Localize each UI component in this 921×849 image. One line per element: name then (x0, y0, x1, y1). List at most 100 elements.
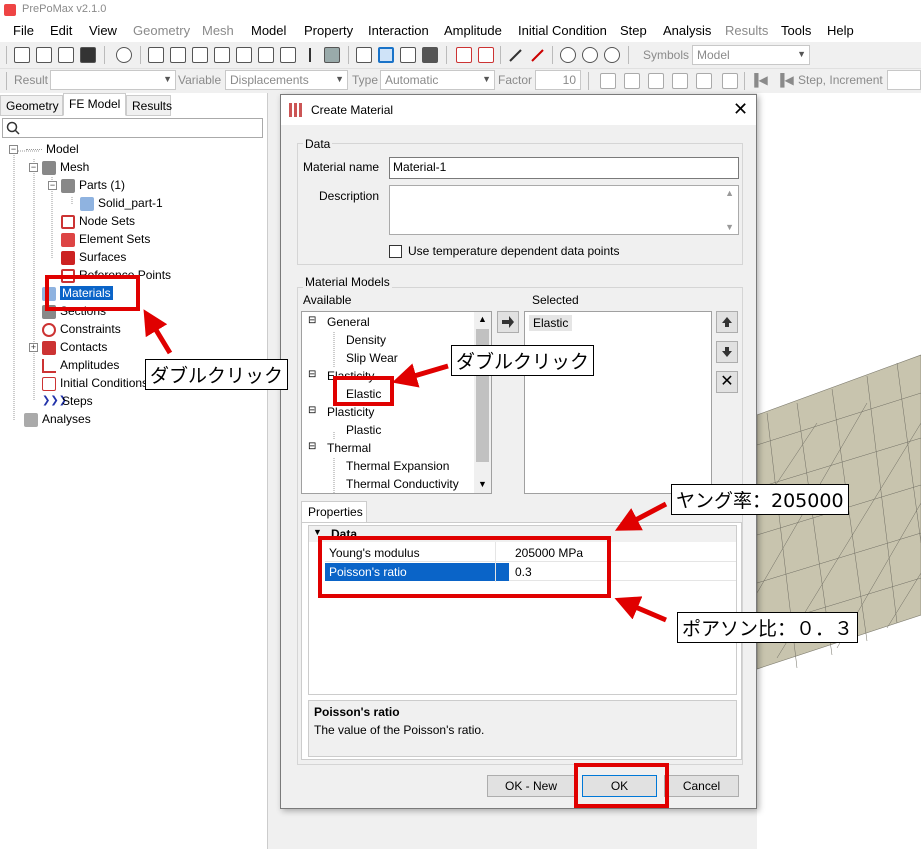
mesh-collapse-toggle[interactable]: − (29, 163, 38, 172)
plasticity-collapse-toggle[interactable]: ⊟ (308, 405, 316, 416)
hide-icon[interactable] (582, 47, 598, 63)
thermal-collapse-toggle[interactable]: ⊟ (308, 441, 316, 452)
menu-amplitude[interactable]: Amplitude (444, 23, 502, 38)
legend-icon[interactable] (696, 73, 712, 89)
menu-edit[interactable]: Edit (50, 23, 72, 38)
deformed-icon[interactable] (624, 73, 640, 89)
tree-node-surfaces[interactable]: Surfaces (61, 250, 126, 268)
view-right-icon[interactable] (258, 47, 274, 63)
import-icon[interactable] (58, 47, 74, 63)
parts-collapse-toggle[interactable]: − (48, 181, 57, 190)
general-collapse-toggle[interactable]: ⊟ (308, 315, 316, 326)
tree-node-parts[interactable]: Parts (1) (61, 178, 125, 196)
avail-thermal-expansion[interactable]: Thermal Expansion (346, 459, 449, 473)
scroll-down-icon[interactable]: ▼ (725, 222, 734, 232)
result-combo[interactable]: ▼ (50, 70, 176, 90)
available-models-tree[interactable]: ⊟ General Density Slip Wear ⊟ Elasticity… (301, 311, 492, 494)
move-up-button[interactable] (716, 311, 738, 333)
animate-icon[interactable] (722, 73, 738, 89)
avail-plastic[interactable]: Plastic (346, 423, 381, 437)
menu-results[interactable]: Results (725, 23, 768, 38)
tree-node-initial-conditions[interactable]: Initial Conditions (42, 376, 148, 394)
tree-node-contacts[interactable]: Contacts (42, 340, 107, 358)
first-step-icon[interactable]: ▐◀ (750, 73, 768, 87)
scroll-up-icon[interactable]: ▲ (478, 314, 487, 324)
open-file-icon[interactable] (36, 47, 52, 63)
avail-thermal[interactable]: Thermal (327, 441, 371, 455)
zoom-icon[interactable] (116, 47, 132, 63)
contacts-expand-toggle[interactable]: + (29, 343, 38, 352)
transform-icon[interactable] (478, 47, 494, 63)
tab-results[interactable]: Results (126, 95, 172, 116)
view-normal-icon[interactable] (280, 47, 296, 63)
tree-node-mesh[interactable]: Mesh (42, 160, 89, 178)
tree-search-input[interactable] (2, 118, 263, 138)
cancel-button[interactable]: Cancel (664, 775, 739, 797)
color-contours-icon[interactable] (648, 73, 664, 89)
description-input[interactable]: ▲ ▼ (389, 185, 739, 235)
tree-node-constraints[interactable]: Constraints (42, 322, 121, 340)
material-name-input[interactable]: Material-1 (389, 157, 739, 179)
menu-step[interactable]: Step (620, 23, 647, 38)
move-down-button[interactable] (716, 341, 738, 363)
tree-node-model[interactable]: Model (26, 142, 79, 160)
contours-icon[interactable] (672, 73, 688, 89)
tab-properties[interactable]: Properties (301, 501, 367, 523)
save-icon[interactable] (80, 47, 96, 63)
vertical-axis-icon[interactable] (302, 47, 318, 63)
tree-node-node-sets[interactable]: Node Sets (61, 214, 135, 232)
view-back-icon[interactable] (170, 47, 186, 63)
available-scrollbar[interactable]: ▲ ▼ (474, 312, 491, 493)
query-icon[interactable] (508, 47, 524, 63)
avail-plasticity[interactable]: Plasticity (327, 405, 374, 419)
previous-step-icon[interactable]: ▐◀ (776, 73, 794, 87)
model-collapse-toggle[interactable]: − (9, 145, 18, 154)
menu-mesh[interactable]: Mesh (202, 23, 234, 38)
tab-geometry[interactable]: Geometry (0, 95, 63, 116)
tab-fe-model[interactable]: FE Model (63, 93, 126, 116)
add-model-button[interactable] (497, 311, 519, 333)
section-view-icon[interactable] (422, 47, 438, 63)
undeformed-icon[interactable] (600, 73, 616, 89)
menu-model[interactable]: Model (251, 23, 286, 38)
view-bottom-icon[interactable] (214, 47, 230, 63)
menu-interaction[interactable]: Interaction (368, 23, 429, 38)
temperature-checkbox[interactable] (389, 245, 402, 258)
clear-query-icon[interactable] (530, 47, 546, 63)
menu-file[interactable]: File (13, 23, 34, 38)
view-left-icon[interactable] (236, 47, 252, 63)
avail-general[interactable]: General (327, 315, 370, 329)
factor-input[interactable]: 10 (535, 70, 581, 90)
remove-model-button[interactable]: ✕ (716, 371, 738, 393)
step-increment-combo[interactable] (887, 70, 921, 90)
shaded-icon[interactable] (400, 47, 416, 63)
tree-node-element-sets[interactable]: Element Sets (61, 232, 150, 250)
menu-view[interactable]: View (89, 23, 117, 38)
hide-all-icon[interactable] (604, 47, 620, 63)
variable-combo[interactable]: Displacements ▼ (225, 70, 348, 90)
avail-density[interactable]: Density (346, 333, 386, 347)
view-top-icon[interactable] (192, 47, 208, 63)
menu-analysis[interactable]: Analysis (663, 23, 711, 38)
wireframe-icon[interactable] (356, 47, 372, 63)
symbols-combo[interactable]: Model ▼ (692, 45, 810, 65)
avail-thermal-conductivity[interactable]: Thermal Conductivity (346, 477, 459, 491)
menu-property[interactable]: Property (304, 23, 353, 38)
selected-elastic[interactable]: Elastic (529, 315, 573, 331)
shaded-edges-icon[interactable] (378, 47, 394, 63)
menu-tools[interactable]: Tools (781, 23, 811, 38)
explode-icon[interactable] (456, 47, 472, 63)
close-icon[interactable]: ✕ (733, 99, 748, 120)
ok-new-button[interactable]: OK - New (487, 775, 575, 797)
3d-viewport[interactable] (757, 93, 921, 849)
new-file-icon[interactable] (14, 47, 30, 63)
tree-node-steps[interactable]: ❯❯❯Steps (42, 394, 93, 412)
isometric-icon[interactable] (324, 47, 340, 63)
tree-node-amplitudes[interactable]: Amplitudes (42, 358, 119, 376)
scroll-up-icon[interactable]: ▲ (725, 188, 734, 198)
selected-models-list[interactable]: Elastic (524, 311, 712, 494)
tree-node-analyses[interactable]: Analyses (24, 412, 91, 430)
menu-initial-condition[interactable]: Initial Condition (518, 23, 607, 38)
scroll-down-icon[interactable]: ▼ (478, 479, 487, 489)
tree-node-solid-part[interactable]: Solid_part-1 (80, 196, 163, 214)
